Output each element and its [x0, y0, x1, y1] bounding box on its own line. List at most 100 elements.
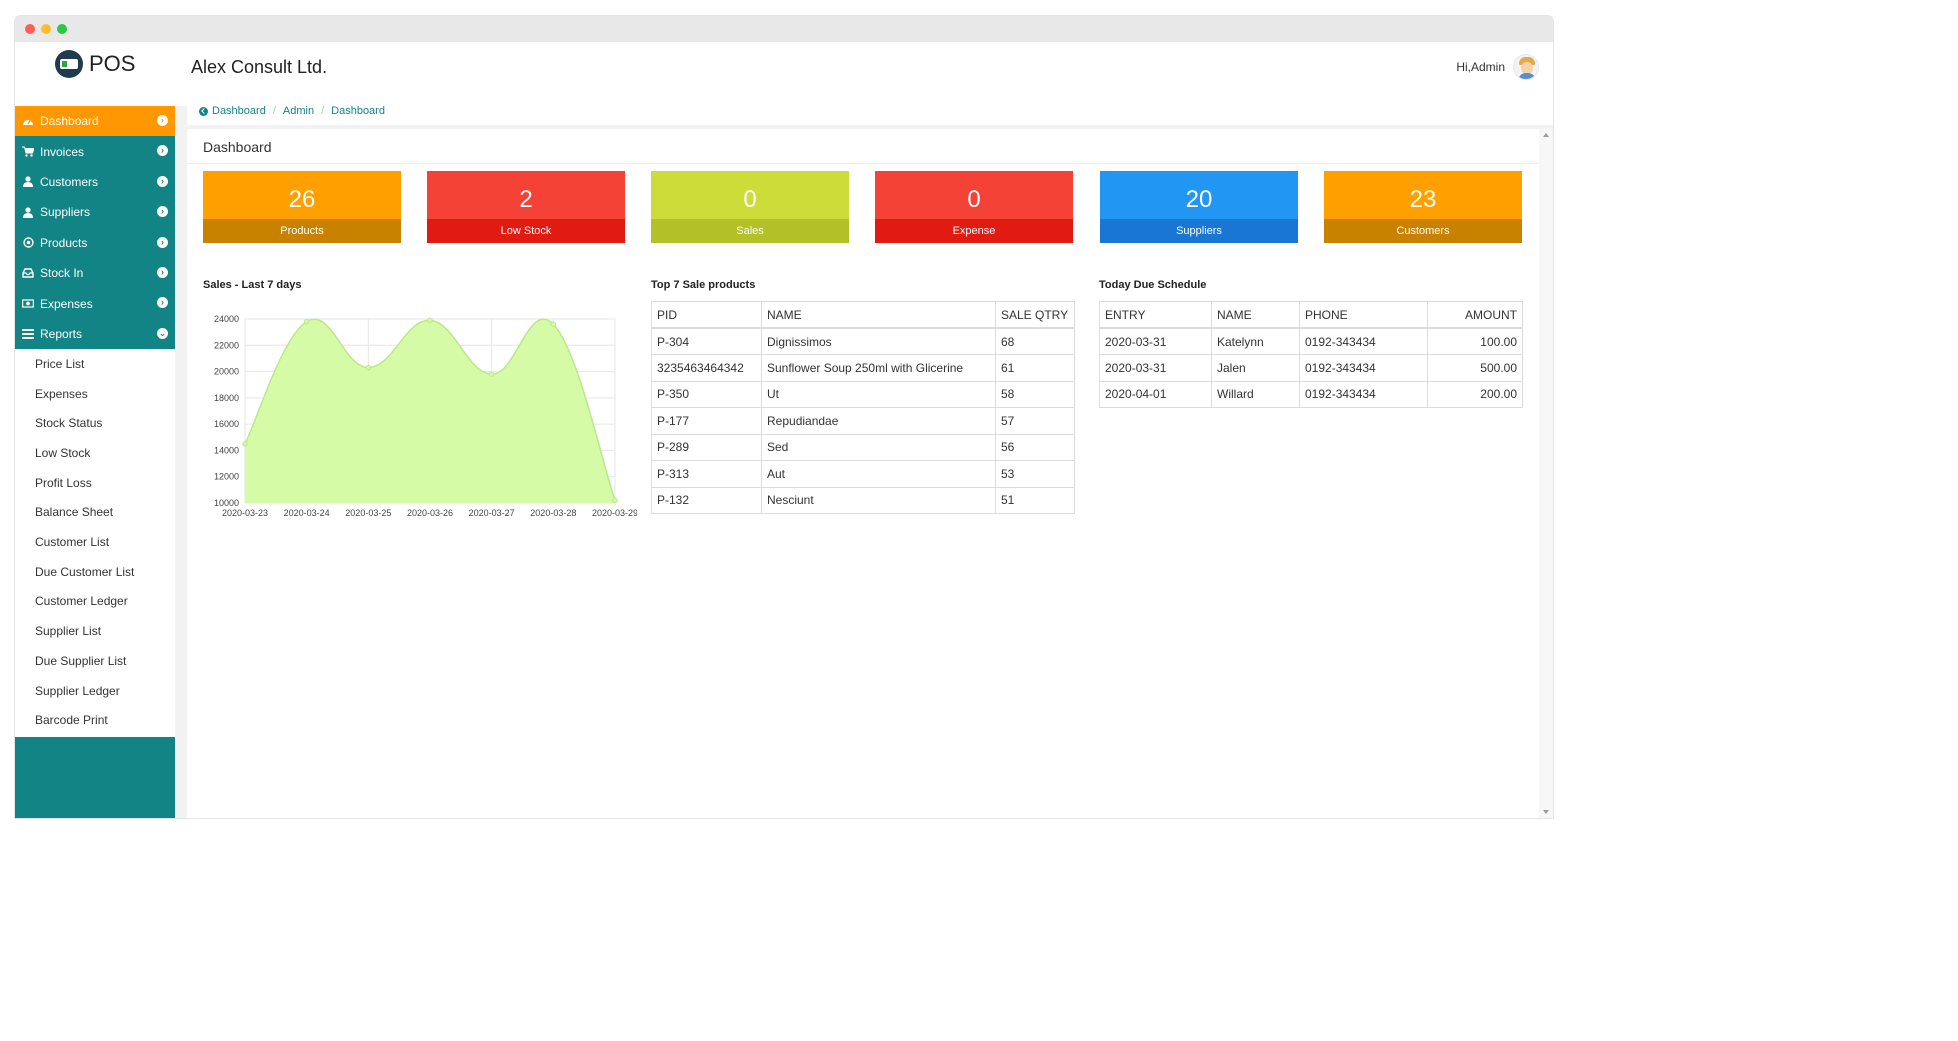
sidebar-item-suppliers[interactable]: Suppliers ›: [15, 197, 175, 228]
x-tick-label: 2020-03-27: [469, 508, 515, 517]
stat-tile-products[interactable]: 26 Products: [203, 171, 401, 243]
table-cell: P-350: [651, 380, 762, 408]
stat-tile-low-stock[interactable]: 2 Low Stock: [427, 171, 625, 243]
sidebar-subitem-due-supplier-list[interactable]: Due Supplier List: [15, 646, 175, 676]
table-row: P-313 Aut 53: [651, 460, 1075, 488]
table-cell: P-313: [651, 460, 762, 488]
due-schedule-table: ENTRY NAME PHONE AMOUNT 2020-03-31 Kately…: [1099, 301, 1523, 408]
data-point: [242, 441, 248, 447]
breadcrumb-link-current[interactable]: Dashboard: [331, 105, 385, 117]
inbox-icon: [22, 267, 34, 279]
sidebar-subitem-balance-sheet[interactable]: Balance Sheet: [15, 497, 175, 528]
sidebar-item-products[interactable]: Products ›: [15, 227, 175, 258]
avatar[interactable]: [1513, 54, 1539, 80]
stat-label: Suppliers: [1100, 219, 1298, 243]
sidebar-item-customers[interactable]: Customers ›: [15, 166, 175, 198]
stat-tile-expense[interactable]: 0 Expense: [875, 171, 1073, 243]
y-tick-label: 24000: [214, 314, 239, 324]
table-cell: Nesciunt: [761, 486, 996, 514]
brand[interactable]: POS: [55, 50, 135, 78]
y-tick-label: 12000: [214, 472, 239, 482]
table-cell: 2020-03-31: [1099, 354, 1212, 382]
sales-chart-title: Sales - Last 7 days: [203, 279, 302, 291]
sidebar-item-dashboard[interactable]: Dashboard ›: [15, 106, 175, 137]
sidebar-item-invoices[interactable]: Invoices ›: [15, 136, 175, 167]
minimize-window-button[interactable]: [41, 24, 51, 34]
sidebar-item-label: Stock In: [40, 266, 84, 281]
x-tick-label: 2020-03-23: [222, 508, 268, 517]
brand-name: POS: [89, 51, 136, 76]
pos-logo-icon: [55, 50, 83, 78]
breadcrumb-link-admin[interactable]: Admin: [283, 105, 314, 117]
sidebar-subitem-price-list[interactable]: Price List: [15, 349, 175, 379]
back-arrow-icon[interactable]: [199, 106, 208, 116]
sidebar-subitem-stock-status[interactable]: Stock Status: [15, 408, 175, 439]
x-tick-label: 2020-03-28: [530, 508, 576, 517]
stat-tile-sales[interactable]: 0 Sales: [651, 171, 849, 243]
scroll-up-icon[interactable]: [1543, 133, 1549, 137]
sidebar-item-label: Suppliers: [40, 205, 91, 220]
cart-icon: [22, 146, 34, 158]
chevron-right-icon: ›: [157, 145, 168, 157]
sidebar-item-label: Reports: [40, 326, 83, 341]
column-header: NAME: [1211, 301, 1300, 329]
breadcrumb-link-dashboard[interactable]: Dashboard: [212, 105, 266, 117]
sidebar-item-expenses[interactable]: Expenses ›: [15, 288, 175, 319]
table-cell: 500.00: [1427, 354, 1523, 382]
table-row: P-304 Dignissimos 68: [651, 327, 1075, 355]
sidebar-subitem-customer-list[interactable]: Customer List: [15, 527, 175, 557]
y-tick-label: 14000: [214, 445, 239, 455]
table-cell: 2020-03-31: [1099, 327, 1212, 355]
table-row: P-132 Nesciunt 51: [651, 486, 1075, 514]
user-menu[interactable]: Hi,Admin: [1456, 54, 1539, 80]
maximize-window-button[interactable]: [57, 24, 67, 34]
sidebar-subitem-customer-ledger[interactable]: Customer Ledger: [15, 586, 175, 617]
table-row: P-289 Sed 56: [651, 433, 1075, 461]
table-cell: Repudiandae: [761, 407, 996, 435]
sidebar-subitem-expenses[interactable]: Expenses: [15, 378, 175, 409]
app-window: POS Alex Consult Ltd. Hi,Admin Dashboard…: [15, 16, 1553, 818]
stat-tile-suppliers[interactable]: 20 Suppliers: [1100, 171, 1298, 243]
table-cell: 68: [995, 327, 1075, 355]
table-cell: Jalen: [1211, 354, 1300, 382]
table-row: 2020-03-31 Katelynn 0192-343434 100.00: [1099, 327, 1523, 355]
table-cell: 0192-343434: [1299, 327, 1428, 355]
sidebar-subitem-supplier-ledger[interactable]: Supplier Ledger: [15, 675, 175, 706]
data-point: [550, 321, 557, 327]
sidebar-subitem-due-customer-list[interactable]: Due Customer List: [15, 556, 175, 587]
stat-label: Expense: [875, 219, 1073, 243]
sidebar-item-label: Dashboard: [40, 114, 99, 129]
sidebar-item-stock-in[interactable]: Stock In ›: [15, 257, 175, 289]
table-cell: 0192-343434: [1299, 380, 1428, 408]
dashboard-icon: [22, 115, 34, 127]
scrollbar[interactable]: [1539, 129, 1553, 818]
sidebar-subitem-barcode-print[interactable]: Barcode Print: [15, 705, 175, 736]
chevron-down-icon: ⌄: [157, 327, 168, 339]
table-header-row: ENTRY NAME PHONE AMOUNT: [1099, 301, 1523, 329]
table-cell: 58: [995, 380, 1075, 408]
data-point: [612, 497, 618, 504]
users-icon: [22, 176, 34, 188]
table-cell: 0192-343434: [1299, 354, 1428, 382]
sidebar-item-label: Customers: [40, 174, 99, 189]
table-cell: 56: [995, 433, 1075, 461]
y-tick-label: 18000: [214, 393, 239, 403]
user-greeting: Hi,Admin: [1456, 60, 1505, 74]
close-window-button[interactable]: [25, 24, 35, 34]
sidebar-subitem-low-stock[interactable]: Low Stock: [15, 438, 175, 468]
table-row: 2020-04-01 Willard 0192-343434 200.00: [1099, 380, 1523, 408]
stat-tile-customers[interactable]: 23 Customers: [1324, 171, 1522, 243]
stat-value: 23: [1324, 171, 1522, 219]
table-cell: Katelynn: [1211, 327, 1300, 355]
sales-area-chart: 10000 12000 14000 16000 18000 20000 22000 24000…: [214, 314, 638, 518]
data-point: [488, 371, 495, 377]
sidebar-item-reports[interactable]: Reports ⌄: [15, 318, 175, 350]
data-point: [303, 318, 310, 325]
x-tick-label: 2020-03-24: [284, 508, 330, 517]
sidebar-subitem-supplier-list[interactable]: Supplier List: [15, 616, 175, 646]
stat-label: Customers: [1324, 219, 1522, 243]
stat-value: 0: [651, 171, 849, 219]
scroll-down-icon[interactable]: [1543, 810, 1549, 814]
sidebar-subitem-profit-loss[interactable]: Profit Loss: [15, 467, 175, 498]
table-cell: 200.00: [1427, 380, 1523, 408]
